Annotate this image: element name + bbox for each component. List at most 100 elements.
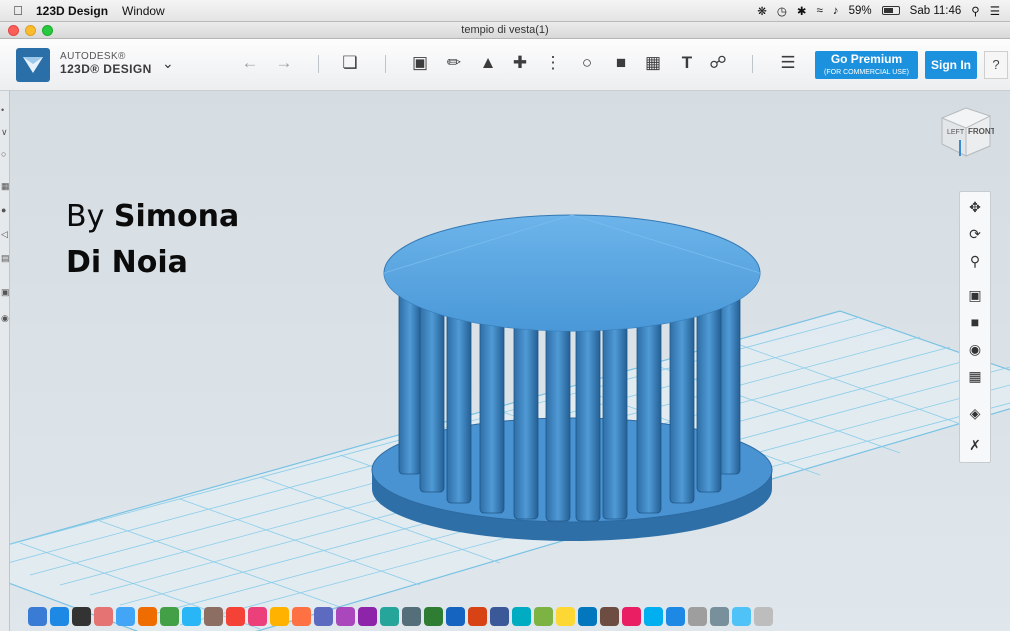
dropbox-icon[interactable]: ❋ xyxy=(757,4,767,18)
add-primitive-icon[interactable]: ❏ xyxy=(338,51,362,75)
dock-app-icon[interactable] xyxy=(182,607,201,626)
spotlight-icon[interactable]: ⚲ xyxy=(971,4,979,18)
credit-prefix: By xyxy=(66,199,114,234)
calendar-icon[interactable] xyxy=(226,607,245,626)
dock-app-icon[interactable] xyxy=(688,607,707,626)
brand-name[interactable]: AUTODESK® 123D® DESIGN xyxy=(60,51,152,75)
dock-app-icon[interactable] xyxy=(710,607,729,626)
itunes-icon[interactable] xyxy=(248,607,267,626)
notification-center-icon[interactable]: ☰ xyxy=(990,4,1000,18)
3d-viewport[interactable]: LEFT FRONT By Simona Di Noia xyxy=(10,91,1010,631)
downloads-icon[interactable] xyxy=(732,607,751,626)
battery-icon[interactable] xyxy=(881,6,900,15)
dock-app-icon[interactable] xyxy=(336,607,355,626)
dock-app-icon[interactable] xyxy=(402,607,421,626)
modify-icon[interactable]: ✚ xyxy=(508,51,532,75)
dock-app-icon[interactable] xyxy=(314,607,333,626)
main-toolbar: AUTODESK® 123D® DESIGN ⌄ ← → ❏ ▣ ✏ ▲ ✚ ⋮… xyxy=(0,39,1010,91)
app-logo-icon[interactable] xyxy=(16,48,50,82)
apple-icon[interactable]:  xyxy=(0,3,36,18)
material-view-icon[interactable]: ◈ xyxy=(960,402,990,424)
zoom-icon[interactable]: ⚲ xyxy=(960,250,990,272)
app-menu-chevron-icon[interactable]: ⌄ xyxy=(162,55,174,72)
panel-icon[interactable]: ◉ xyxy=(1,313,9,324)
menu-window[interactable]: Window xyxy=(122,4,165,18)
trash-icon[interactable] xyxy=(754,607,773,626)
text-icon[interactable]: T xyxy=(675,51,699,75)
vlc-icon[interactable] xyxy=(292,607,311,626)
dock-app-icon[interactable] xyxy=(204,607,223,626)
battery-percent[interactable]: 59% xyxy=(849,5,872,17)
view-cube-left-label: LEFT xyxy=(947,129,965,136)
bluetooth-icon[interactable]: ✱ xyxy=(797,4,807,18)
undo-icon[interactable]: ← xyxy=(238,51,262,75)
status-area: ❋ ◷ ✱ ≈ ♪ 59% Sab 11:46 ⚲ ☰ xyxy=(757,4,1010,18)
combine-icon[interactable]: ■ xyxy=(609,51,633,75)
fit-icon[interactable]: ▣ xyxy=(960,284,990,306)
dock-app-icon[interactable] xyxy=(622,607,641,626)
view-mode-icon[interactable]: ■ xyxy=(960,311,990,333)
view-cube[interactable]: LEFT FRONT xyxy=(938,104,996,158)
orbit-icon[interactable]: ⟳ xyxy=(960,223,990,245)
launchpad-icon[interactable] xyxy=(72,607,91,626)
hide-icon[interactable]: ✗ xyxy=(960,434,990,456)
dock-app-icon[interactable] xyxy=(380,607,399,626)
brand-line-2: 123D® DESIGN xyxy=(60,62,152,76)
pattern-icon[interactable]: ⋮ xyxy=(541,51,565,75)
brand-line-1: AUTODESK® xyxy=(60,51,126,62)
construct-icon[interactable]: ▲ xyxy=(476,51,500,75)
dock-app-icon[interactable] xyxy=(666,607,685,626)
close-window-button[interactable] xyxy=(8,24,19,36)
go-premium-button[interactable]: Go Premium (FOR COMMERCIAL USE) xyxy=(815,51,918,79)
app-store-icon[interactable] xyxy=(50,607,69,626)
panel-icon[interactable]: ▤ xyxy=(1,253,10,264)
excel-icon[interactable] xyxy=(424,607,443,626)
time-machine-icon[interactable]: ◷ xyxy=(777,4,787,18)
sketch-icon[interactable]: ✏ xyxy=(442,51,466,75)
dock-app-icon[interactable] xyxy=(556,607,575,626)
material-icon[interactable]: ☰ xyxy=(776,51,800,75)
facebook-icon[interactable] xyxy=(490,607,509,626)
dock-app-icon[interactable] xyxy=(600,607,619,626)
wifi-icon[interactable]: ≈ xyxy=(817,5,823,17)
snap-icon[interactable]: ☍ xyxy=(706,51,730,75)
panel-icon[interactable]: ● xyxy=(1,205,6,215)
menu-app-name[interactable]: 123D Design xyxy=(36,4,108,18)
firefox-icon[interactable] xyxy=(138,607,157,626)
toolbar-divider xyxy=(318,55,319,73)
clock[interactable]: Sab 11:46 xyxy=(910,5,962,17)
toolbar-divider xyxy=(385,55,386,73)
document-title: tempio di vesta(1) xyxy=(461,24,549,36)
primitives-icon[interactable]: ▣ xyxy=(408,51,432,75)
panel-icon[interactable]: ▦ xyxy=(1,181,10,192)
panel-icon[interactable]: ◁ xyxy=(1,229,8,240)
panel-icon[interactable]: ○ xyxy=(1,149,6,159)
dock-app-icon[interactable] xyxy=(358,607,377,626)
dock-app-icon[interactable] xyxy=(512,607,531,626)
volume-icon[interactable]: ♪ xyxy=(833,5,839,17)
panel-icon[interactable]: ▣ xyxy=(1,287,10,298)
pan-icon[interactable]: ✥ xyxy=(960,196,990,218)
123d-design-icon[interactable] xyxy=(578,607,597,626)
grid-toggle-icon[interactable]: ▦ xyxy=(960,365,990,387)
dock-app-icon[interactable] xyxy=(270,607,289,626)
sign-in-button[interactable]: Sign In xyxy=(925,51,977,79)
panel-icon[interactable]: • xyxy=(1,105,4,115)
zoom-window-button[interactable] xyxy=(42,24,53,36)
word-icon[interactable] xyxy=(446,607,465,626)
minimize-window-button[interactable] xyxy=(25,24,36,36)
skype-icon[interactable] xyxy=(644,607,663,626)
dock-app-icon[interactable] xyxy=(94,607,113,626)
chrome-icon[interactable] xyxy=(160,607,179,626)
measure-icon[interactable]: ▦ xyxy=(641,51,665,75)
help-button[interactable]: ? xyxy=(984,51,1008,79)
safari-icon[interactable] xyxy=(116,607,135,626)
redo-icon[interactable]: → xyxy=(272,51,296,75)
panel-icon[interactable]: ∨ xyxy=(1,127,8,138)
group-icon[interactable]: ○ xyxy=(575,51,599,75)
finder-icon[interactable] xyxy=(28,607,47,626)
powerpoint-icon[interactable] xyxy=(468,607,487,626)
credit-last-name: Di Noia xyxy=(66,245,188,280)
visibility-eye-icon[interactable]: ◉ xyxy=(960,338,990,360)
dock-app-icon[interactable] xyxy=(534,607,553,626)
